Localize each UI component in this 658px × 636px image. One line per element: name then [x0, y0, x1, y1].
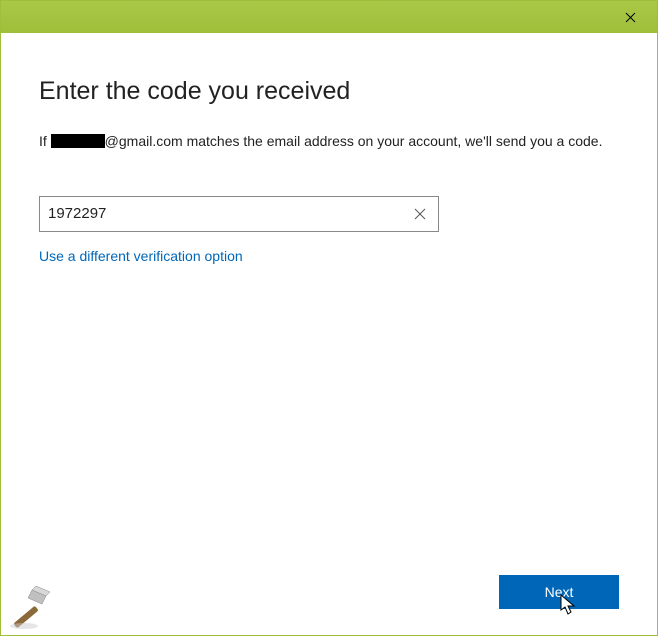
instruction-text: If @gmail.com matches the email address … — [39, 132, 619, 152]
alternate-verification-link[interactable]: Use a different verification option — [39, 248, 619, 264]
dialog-footer: Next — [499, 575, 619, 609]
redacted-email-local — [51, 134, 105, 148]
code-input[interactable] — [48, 197, 410, 231]
close-icon — [625, 12, 636, 23]
desc-prefix: If — [39, 133, 51, 149]
dialog-window: Enter the code you received If @gmail.co… — [0, 0, 658, 636]
dialog-content: Enter the code you received If @gmail.co… — [1, 33, 657, 635]
desc-email-domain: @gmail.com — [105, 133, 183, 149]
desc-suffix: matches the email address on your accoun… — [183, 133, 603, 149]
title-bar — [1, 1, 657, 33]
next-button[interactable]: Next — [499, 575, 619, 609]
close-button[interactable] — [615, 2, 645, 32]
page-title: Enter the code you received — [39, 77, 619, 106]
x-icon — [414, 208, 426, 220]
clear-input-button[interactable] — [410, 204, 430, 224]
code-input-container — [39, 196, 439, 232]
